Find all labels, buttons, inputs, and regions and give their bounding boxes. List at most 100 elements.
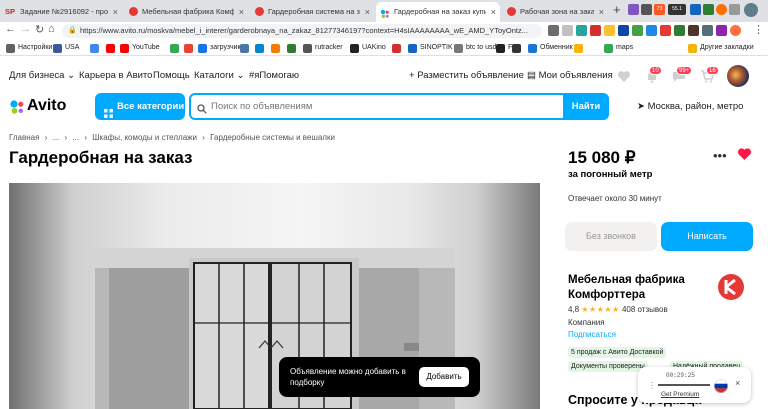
tab-title: Мебельная фабрика Комфор [142,7,234,16]
extension-icon[interactable] [646,25,657,36]
extension-icon[interactable] [618,25,629,36]
browser-tab-2[interactable]: Мебельная фабрика Комфор × [124,2,248,22]
extension-icon[interactable] [690,4,701,15]
no-calls-button[interactable]: Без звонков [565,222,657,251]
favorites-heart-icon[interactable] [617,70,631,83]
extension-icon[interactable] [660,25,671,36]
url-bar[interactable]: 🔒 https://www.avito.ru/moskva/mebel_i_in… [62,24,542,38]
browser-tab-active[interactable]: Гардеробная на заказ купить × [376,2,500,22]
bookmark-favicon-icon [240,44,249,53]
price: 15 080 ₽ [568,148,636,167]
browser-tab-3[interactable]: Гардеробная система на зака × [250,2,374,22]
widget-close-icon[interactable]: × [735,378,740,388]
bookmark-favicon-icon [170,44,179,53]
bookmark-item[interactable]: Обменник [528,42,573,54]
extension-icon[interactable] [716,25,727,36]
bookmark-item[interactable]: Другие закладки [688,42,754,54]
home-icon[interactable]: ⌂ [48,23,55,35]
bookmark-favicon-icon [392,44,401,53]
bookmark-item[interactable]: UAKino [350,42,386,54]
extension-icon[interactable] [641,4,652,15]
forward-arrow-icon[interactable]: → [20,23,31,35]
seller-logo[interactable] [709,271,753,303]
extension-icon[interactable] [702,25,713,36]
bookmark-label: btc to usd [466,44,497,51]
nav-ihelp-link[interactable]: #яПомогаю [249,70,299,81]
extension-icon[interactable] [632,25,643,36]
breadcrumb-link[interactable]: Гардеробные системы и вешалки [210,133,335,142]
all-categories-button[interactable]: Все категории [95,93,185,120]
browser-tab-1[interactable]: SP Задание №2916092 - просмо × [2,2,122,22]
breadcrumb-link[interactable]: Главная [9,133,39,142]
bookmark-item[interactable]: rutracker [303,42,343,54]
bookmark-item[interactable]: Настройки [6,42,52,54]
close-tab-icon[interactable]: × [113,2,118,22]
bookmark-favicon-icon [528,44,537,53]
star-bookmark-icon[interactable] [562,25,573,36]
bookmark-item[interactable]: btc to usd [454,42,496,54]
user-avatar[interactable] [727,65,749,87]
reload-icon[interactable]: ↻ [35,23,44,36]
post-ad-link[interactable]: + Разместить объявление [409,70,524,81]
avito-logo-icon [9,99,25,115]
find-button[interactable]: Найти [563,93,609,120]
extension-icon[interactable] [674,25,685,36]
write-message-button[interactable]: Написать [661,222,753,251]
close-tab-icon[interactable]: × [599,2,604,22]
category-grid-icon [104,102,113,118]
get-premium-link[interactable]: Get Premium [661,391,699,398]
menu-dots-icon[interactable]: ⋮ [753,23,764,36]
toast-add-button[interactable]: Добавить [419,367,469,387]
extension-icon[interactable] [730,25,741,36]
search-input[interactable] [211,98,561,115]
bookmark-favicon-icon [198,44,207,53]
extension-icon[interactable] [548,25,559,36]
browser-tab-5[interactable]: Рабочая зона на заказ купить × [502,2,608,22]
russia-flag-icon[interactable] [714,379,728,393]
subscribe-link[interactable]: Подписаться [568,330,616,339]
bookmark-item[interactable]: USA [53,42,79,54]
extension-icon[interactable] [628,4,639,15]
bookmark-label: rutracker [315,44,343,51]
avito-logo[interactable]: Avito [9,97,66,115]
extension-icon[interactable] [716,4,727,15]
bookmark-item[interactable]: SINOPTIK [408,42,453,54]
nav-business-link[interactable]: Для бизнеса ⌄ [9,70,75,81]
seller-rating[interactable]: 4,8 ★★★★★ 408 отзывов [568,305,668,314]
profile-avatar-icon[interactable] [744,3,758,17]
back-arrow-icon[interactable]: ← [5,23,16,35]
ltc-extension-icon[interactable]: 55.1 [668,4,686,15]
bookmark-label: USA [65,44,80,51]
new-tab-button[interactable]: + [613,2,621,17]
favorite-heart-icon[interactable] [737,147,752,161]
location-selector[interactable]: ➤ Москва, район, метро [637,101,743,112]
page-title: Гардеробная на заказ [9,148,193,167]
yandex-extension-icon[interactable]: 73 [654,4,665,15]
nav-catalogs-link[interactable]: Каталоги ⌄ [194,70,244,81]
my-ads-link[interactable]: ▤ Мои объявления [527,70,613,81]
bookmark-item[interactable]: загрузчик [198,42,241,54]
list-icon: ▤ [527,70,539,81]
extension-icon[interactable] [590,25,601,36]
extension-icon[interactable] [576,25,587,36]
widget-menu-icon[interactable]: ⋮ [648,381,656,390]
more-options-icon[interactable]: ••• [713,148,727,163]
extension-icon[interactable] [688,25,699,36]
nav-career-link[interactable]: Карьера в Авито [79,70,152,81]
post-ad-label: Разместить объявление [417,70,524,81]
extension-icon[interactable] [604,25,615,36]
breadcrumb-link[interactable]: ... [53,133,60,142]
bookmark-item[interactable]: YouTube [120,42,160,54]
extension-icon[interactable] [703,4,714,15]
puzzle-icon[interactable] [729,4,740,15]
bookmark-favicon-icon [512,44,521,53]
bookmark-item[interactable]: maps [604,42,633,54]
seller-name[interactable]: Мебельная фабрика Комфорттера [568,273,708,303]
nav-help-link[interactable]: Помощь [153,70,190,81]
bookmark-favicon-icon [106,44,115,53]
close-tab-icon[interactable]: × [365,2,370,22]
breadcrumb-link[interactable]: Шкафы, комоды и стеллажи [92,133,197,142]
close-tab-icon[interactable]: × [491,2,496,22]
close-tab-icon[interactable]: × [239,2,244,22]
breadcrumb-link[interactable]: ... [72,133,79,142]
